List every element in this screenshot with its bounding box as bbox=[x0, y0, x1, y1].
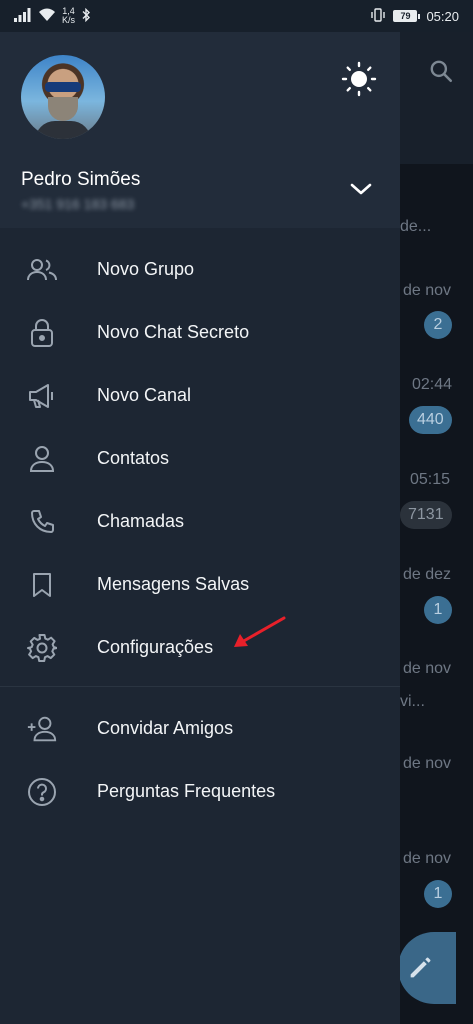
menu-item-contacts[interactable]: Contatos bbox=[0, 427, 400, 490]
menu-item-new-secret-chat[interactable]: Novo Chat Secreto bbox=[0, 301, 400, 364]
chat-date: de nov bbox=[403, 282, 452, 299]
menu-item-invite-friends[interactable]: Convidar Amigos bbox=[0, 697, 400, 760]
menu-item-label: Configurações bbox=[97, 637, 214, 657]
wifi-icon bbox=[38, 8, 56, 25]
menu-item-label: Novo Chat Secreto bbox=[97, 322, 250, 342]
battery-level: 79 bbox=[393, 10, 418, 22]
network-speed: 1,4 K/s bbox=[62, 6, 76, 25]
theme-toggle-sun-icon[interactable] bbox=[340, 60, 378, 103]
chat-date: 02:44 bbox=[412, 376, 453, 393]
bluetooth-icon bbox=[81, 7, 91, 25]
menu-item-new-channel[interactable]: Novo Canal bbox=[0, 364, 400, 427]
chat-date: de nov bbox=[403, 660, 452, 677]
search-icon[interactable] bbox=[428, 58, 454, 89]
menu-item-label: Perguntas Frequentes bbox=[97, 781, 276, 801]
menu-item-label: Novo Canal bbox=[97, 385, 192, 405]
unread-badge: 440 bbox=[409, 406, 452, 434]
battery-indicator: 79 bbox=[393, 10, 421, 22]
compose-button[interactable] bbox=[398, 932, 456, 1004]
bookmark-icon bbox=[26, 569, 58, 601]
person-icon bbox=[26, 443, 58, 475]
menu-item-label: Convidar Amigos bbox=[97, 718, 234, 738]
menu-divider bbox=[0, 686, 400, 687]
chat-snippet: de... bbox=[400, 218, 432, 235]
menu-item-new-group[interactable]: Novo Grupo bbox=[0, 238, 400, 301]
chevron-down-icon[interactable] bbox=[349, 181, 373, 202]
vibrate-icon bbox=[369, 7, 387, 25]
menu-item-label: Novo Grupo bbox=[97, 259, 195, 279]
menu-item-label: Chamadas bbox=[97, 511, 185, 531]
drawer-header: Pedro Simões +351 916 183 683 bbox=[0, 32, 400, 228]
menu-item-saved-messages[interactable]: Mensagens Salvas bbox=[0, 553, 400, 616]
clock: 05:20 bbox=[426, 8, 459, 24]
status-bar: 1,4 K/s 79 05:20 bbox=[0, 0, 473, 32]
menu-item-label: Contatos bbox=[97, 448, 170, 468]
group-icon bbox=[26, 254, 58, 286]
help-icon bbox=[26, 776, 58, 808]
drawer-menu: Novo Grupo Novo Chat Secreto Novo Canal … bbox=[0, 228, 400, 823]
unread-badge: 7131 bbox=[400, 501, 452, 529]
chat-date: de nov bbox=[403, 755, 452, 772]
unread-badge: 2 bbox=[424, 311, 452, 339]
pencil-icon bbox=[410, 957, 431, 978]
chat-date: 05:15 bbox=[410, 471, 451, 488]
user-phone: +351 916 183 683 bbox=[21, 196, 135, 212]
signal-icon bbox=[14, 7, 32, 25]
chat-date: de nov bbox=[403, 850, 452, 867]
navigation-drawer: Pedro Simões +351 916 183 683 Novo Grupo… bbox=[0, 32, 400, 1024]
unread-badge: 1 bbox=[424, 880, 452, 908]
avatar[interactable] bbox=[21, 55, 105, 139]
phone-icon bbox=[26, 506, 58, 538]
menu-item-calls[interactable]: Chamadas bbox=[0, 490, 400, 553]
chat-date: de dez bbox=[403, 566, 452, 583]
menu-item-settings[interactable]: Configurações bbox=[0, 616, 400, 679]
unread-badge: 1 bbox=[424, 596, 452, 624]
chat-snippet: vi... bbox=[400, 693, 425, 710]
megaphone-icon bbox=[26, 380, 58, 412]
menu-item-label: Mensagens Salvas bbox=[97, 574, 250, 594]
user-name: Pedro Simões bbox=[21, 169, 141, 190]
menu-item-faq[interactable]: Perguntas Frequentes bbox=[0, 760, 400, 823]
gear-icon bbox=[26, 632, 58, 664]
add-person-icon bbox=[26, 713, 58, 745]
annotation-arrow-icon bbox=[230, 614, 290, 655]
lock-icon bbox=[26, 317, 58, 349]
